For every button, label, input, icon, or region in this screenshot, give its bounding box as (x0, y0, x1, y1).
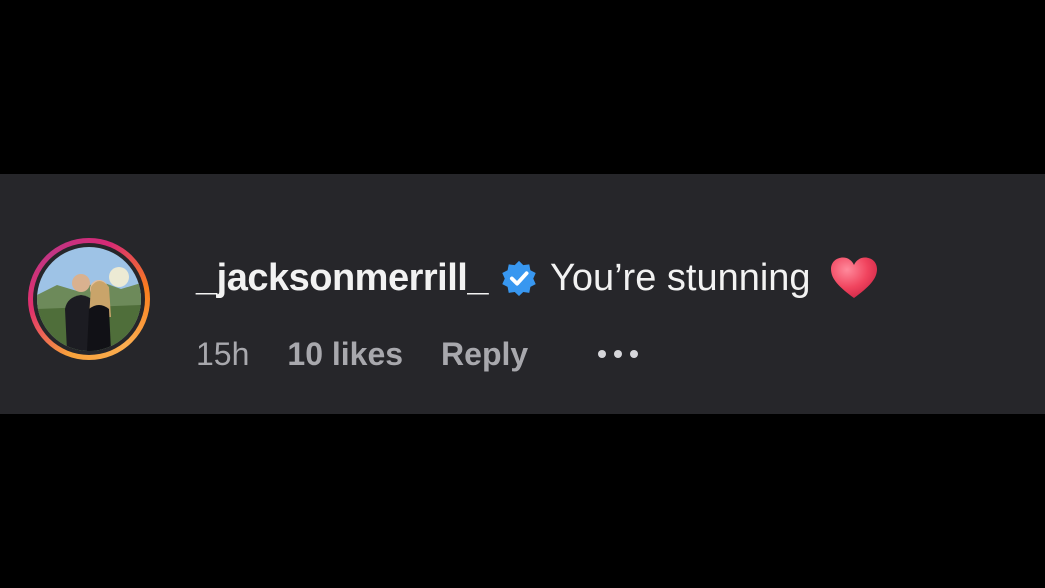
timestamp: 15h (196, 335, 250, 372)
username[interactable]: _jacksonmerrill_ (196, 257, 488, 300)
comment-line: _jacksonmerrill_ You’re stunning (196, 250, 879, 306)
comment-text: You’re stunning (549, 256, 811, 299)
dot (598, 350, 607, 358)
dot (630, 350, 639, 358)
dot (614, 350, 623, 358)
comment-meta: 15h 10 likes Reply (196, 334, 639, 374)
reply-button[interactable]: Reply (441, 336, 528, 373)
verified-badge-icon (500, 259, 538, 297)
more-options-icon[interactable] (598, 350, 639, 358)
comment-card: _jacksonmerrill_ You’re stunning 15h 10 … (0, 174, 1045, 414)
story-ring[interactable] (28, 238, 150, 360)
avatar[interactable] (37, 247, 141, 351)
red-heart-icon (829, 256, 879, 300)
likes-count[interactable]: 10 likes (287, 336, 403, 373)
